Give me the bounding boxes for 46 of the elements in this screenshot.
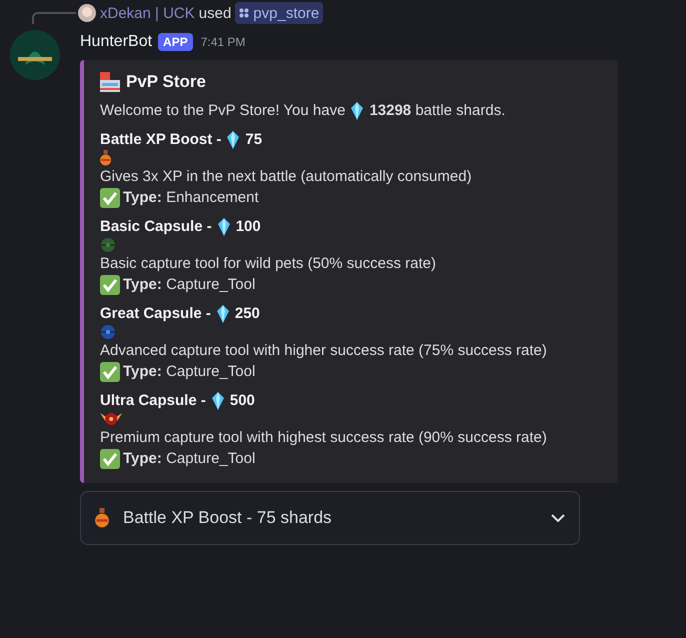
item-type: Type: Capture_Tool bbox=[123, 275, 256, 295]
capsule-icon bbox=[100, 324, 116, 340]
reply-text: used bbox=[198, 4, 232, 22]
timestamp: 7:41 PM bbox=[200, 35, 246, 49]
store-icon bbox=[100, 72, 120, 92]
crystal-icon bbox=[351, 102, 364, 120]
user-avatar bbox=[78, 4, 96, 22]
crystal-icon bbox=[212, 392, 224, 410]
intro-text: 13298 battle shards. bbox=[369, 101, 506, 121]
command-icon bbox=[239, 8, 250, 18]
item-price: 500 bbox=[230, 391, 255, 411]
item-type: Type: Capture_Tool bbox=[123, 362, 256, 382]
item-price: 100 bbox=[236, 217, 261, 237]
item-name: Ultra Capsule - bbox=[100, 391, 206, 411]
item-description: Gives 3x XP in the next battle (automatically consumed) bbox=[100, 167, 472, 187]
crystal-icon bbox=[216, 304, 229, 322]
bot-avatar[interactable] bbox=[10, 30, 60, 80]
reply-connector-line bbox=[32, 12, 76, 24]
potion-icon bbox=[100, 150, 112, 166]
crystal-icon bbox=[218, 218, 230, 236]
item-name: Great Capsule - bbox=[100, 304, 211, 324]
item-type: Type: Enhancement bbox=[123, 188, 259, 208]
item-description: Premium capture tool with highest success rate (90% success rate) bbox=[100, 428, 547, 448]
app-badge: APP bbox=[158, 33, 193, 51]
author-name[interactable]: HunterBot bbox=[80, 33, 152, 51]
item-name: Basic Capsule - bbox=[100, 217, 212, 237]
capsule-icon bbox=[100, 237, 116, 253]
potion-icon bbox=[95, 508, 109, 528]
item-type: Type: Capture_Tool bbox=[123, 449, 256, 469]
command-link[interactable]: pvp_store bbox=[235, 2, 324, 24]
crystal-icon bbox=[227, 130, 240, 148]
item-select[interactable]: Battle XP Boost - 75 shards bbox=[80, 491, 580, 545]
checkmark-icon bbox=[100, 188, 120, 208]
embed-title: PvP Store bbox=[126, 72, 206, 92]
intro-text: Welcome to the PvP Store! You have bbox=[100, 101, 346, 121]
user-name[interactable]: xDekan | UCK bbox=[100, 4, 195, 22]
item-name: Battle XP Boost - bbox=[100, 130, 222, 150]
item-price: 75 bbox=[245, 130, 262, 150]
winged-capsule-icon bbox=[100, 411, 122, 427]
item-description: Basic capture tool for wild pets (50% success rate) bbox=[100, 254, 436, 274]
item-price: 250 bbox=[234, 304, 260, 324]
item-description: Advanced capture tool with higher success rate (75% success rate) bbox=[100, 341, 547, 361]
chevron-down-icon bbox=[551, 514, 565, 522]
checkmark-icon bbox=[100, 274, 120, 294]
checkmark-icon bbox=[100, 362, 120, 382]
checkmark-icon bbox=[100, 448, 120, 468]
